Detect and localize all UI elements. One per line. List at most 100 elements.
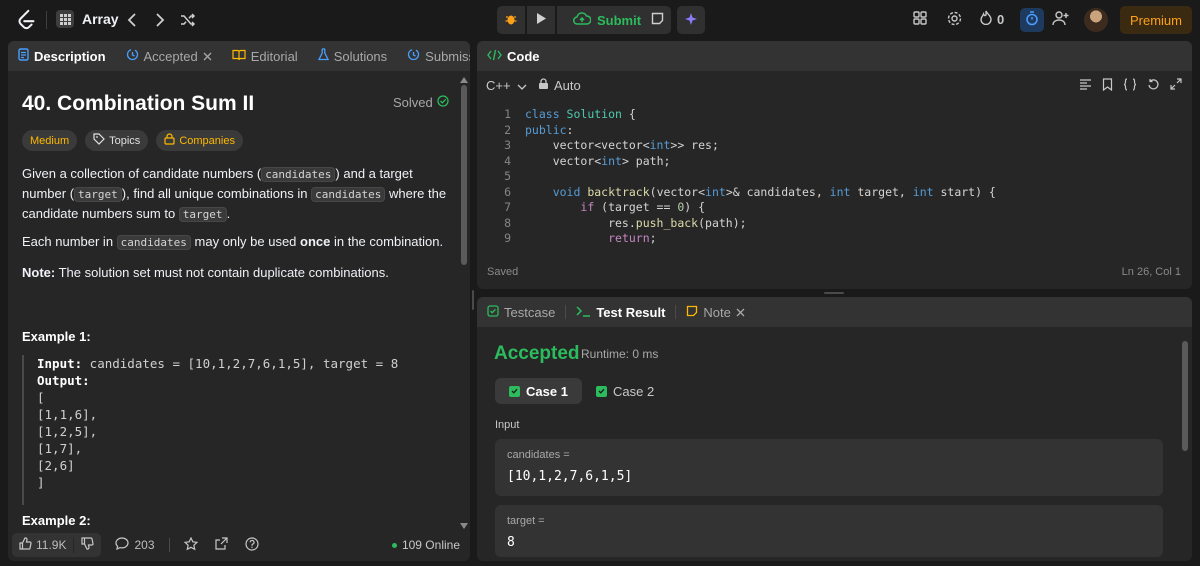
tab-code[interactable]: Code — [487, 49, 540, 64]
editor-toolbar — [1079, 78, 1182, 94]
runtime-text: Runtime: 0 ms — [581, 347, 659, 361]
verdict-accepted: Accepted — [494, 343, 580, 364]
check-circle-icon — [437, 95, 449, 110]
close-tab-icon[interactable] — [203, 49, 212, 64]
checkbox-icon — [487, 304, 499, 320]
tab-note[interactable]: Note — [686, 305, 745, 320]
output-line: ] — [37, 475, 45, 490]
online-count: 109 Online — [401, 538, 460, 552]
tab-accepted[interactable]: Accepted — [126, 48, 212, 64]
topics-tag[interactable]: Topics — [85, 130, 149, 151]
horizontal-resize-handle[interactable] — [824, 292, 844, 294]
companies-tag[interactable]: Companies — [156, 130, 243, 151]
text: Each number in — [22, 234, 117, 249]
stopwatch-icon — [1025, 11, 1039, 29]
auto-complete-toggle[interactable]: Auto — [538, 78, 581, 93]
add-friend-icon[interactable] — [1052, 10, 1070, 26]
help-icon[interactable] — [244, 536, 259, 554]
code-line[interactable]: 1 class Solution { — [487, 107, 636, 122]
tab-testcase[interactable]: Testcase — [487, 305, 555, 320]
note-text: The solution set must not contain duplic… — [55, 265, 389, 280]
line-number: 1 — [504, 107, 511, 121]
lock-icon — [164, 133, 175, 148]
leetcode-logo-icon[interactable] — [16, 9, 38, 31]
check-icon — [509, 385, 520, 397]
text: ), find all unique combinations in — [121, 186, 312, 201]
problem-title: 40. Combination Sum II — [22, 92, 255, 115]
reset-icon[interactable] — [1147, 78, 1160, 94]
share-icon[interactable] — [214, 537, 228, 553]
document-icon — [18, 48, 29, 64]
case-1-button[interactable]: Case 1 — [495, 378, 582, 404]
description-paragraph-1: Given a collection of candidate numbers … — [22, 164, 452, 224]
top-bar: Array Submit 0 Premium — [0, 0, 1200, 40]
code-title: Code — [507, 48, 540, 64]
line-number: 7 — [504, 200, 511, 214]
code-line[interactable]: 9 return; — [487, 231, 657, 246]
like-button[interactable]: 11.9K — [12, 537, 75, 553]
tab-solutions[interactable]: Solutions — [317, 48, 387, 64]
inline-code: candidates — [261, 167, 336, 182]
line-number: 5 — [504, 169, 511, 183]
tab-description[interactable]: Description — [18, 48, 106, 64]
format-icon[interactable] — [1079, 78, 1092, 94]
description-scrollbar[interactable] — [461, 85, 467, 265]
comments-button[interactable]: 203 — [115, 537, 155, 553]
code-line[interactable]: 5 — [487, 169, 525, 184]
description-note: Note: The solution set must not contain … — [22, 263, 452, 282]
lock-icon — [538, 78, 549, 93]
vertical-resize-handle[interactable] — [472, 290, 474, 310]
prev-problem-icon[interactable] — [122, 10, 142, 30]
user-avatar[interactable] — [1084, 8, 1108, 32]
shuffle-icon[interactable] — [178, 10, 198, 30]
streak-count: 0 — [997, 11, 1005, 27]
code-line[interactable]: 6 void backtrack(vector<int>& candidates… — [487, 185, 996, 200]
thumbs-up-icon — [19, 537, 32, 553]
notes-button[interactable] — [643, 6, 671, 34]
code-text: public: — [525, 122, 574, 137]
scroll-up-icon[interactable] — [459, 72, 469, 87]
problem-list-label: Array — [82, 11, 119, 27]
star-icon[interactable] — [183, 536, 198, 554]
divider — [168, 538, 170, 552]
debug-button[interactable] — [497, 6, 525, 34]
history-icon — [407, 48, 420, 64]
code-line[interactable]: 2 public: — [487, 123, 573, 138]
premium-button[interactable]: Premium — [1120, 6, 1192, 34]
code-line[interactable]: 3 vector<vector<int>> res; — [487, 138, 719, 153]
inline-code: candidates — [116, 235, 191, 250]
tab-submissions[interactable]: Submissions — [407, 48, 470, 64]
expand-icon[interactable] — [1170, 78, 1182, 94]
language-select[interactable]: C++ — [486, 78, 527, 93]
settings-gear-icon[interactable] — [946, 10, 963, 27]
difficulty-badge: Medium — [22, 130, 78, 151]
chevron-down-icon — [517, 78, 527, 93]
code-line[interactable]: 8 res.push_back(path); — [487, 216, 747, 231]
streak-counter[interactable]: 0 — [980, 10, 1004, 28]
code-text: vector<int> path; — [525, 153, 671, 168]
problem-list-button[interactable]: Array — [56, 10, 119, 28]
inline-code: candidates — [311, 187, 386, 202]
bookmark-icon[interactable] — [1102, 78, 1113, 94]
dislike-button[interactable] — [74, 537, 101, 553]
tag-icon — [93, 133, 105, 148]
submit-label: Submit — [597, 12, 642, 28]
braces-icon[interactable] — [1123, 78, 1137, 94]
case-2-button[interactable]: Case 2 — [582, 378, 668, 404]
code-text: if (target == 0) { — [580, 200, 706, 214]
run-button[interactable] — [527, 6, 555, 34]
result-scrollbar[interactable] — [1182, 341, 1188, 451]
close-tab-icon[interactable] — [736, 305, 745, 320]
tab-test-result[interactable]: Test Result — [576, 305, 665, 320]
next-problem-icon[interactable] — [150, 10, 170, 30]
ai-assist-button[interactable] — [677, 6, 705, 34]
layout-icon[interactable] — [912, 10, 928, 26]
output-line: [1,1,6], — [37, 407, 98, 422]
output-label: Output: — [37, 373, 90, 388]
tab-editorial[interactable]: Editorial — [232, 49, 298, 64]
code-text: res.push_back(path); — [525, 215, 747, 230]
timer-button[interactable] — [1020, 8, 1044, 32]
code-line[interactable]: 7 if (target == 0) { — [487, 200, 705, 215]
input-value: candidates = [10,1,2,7,6,1,5], target = … — [82, 356, 399, 371]
code-line[interactable]: 4 vector<int> path; — [487, 154, 670, 169]
